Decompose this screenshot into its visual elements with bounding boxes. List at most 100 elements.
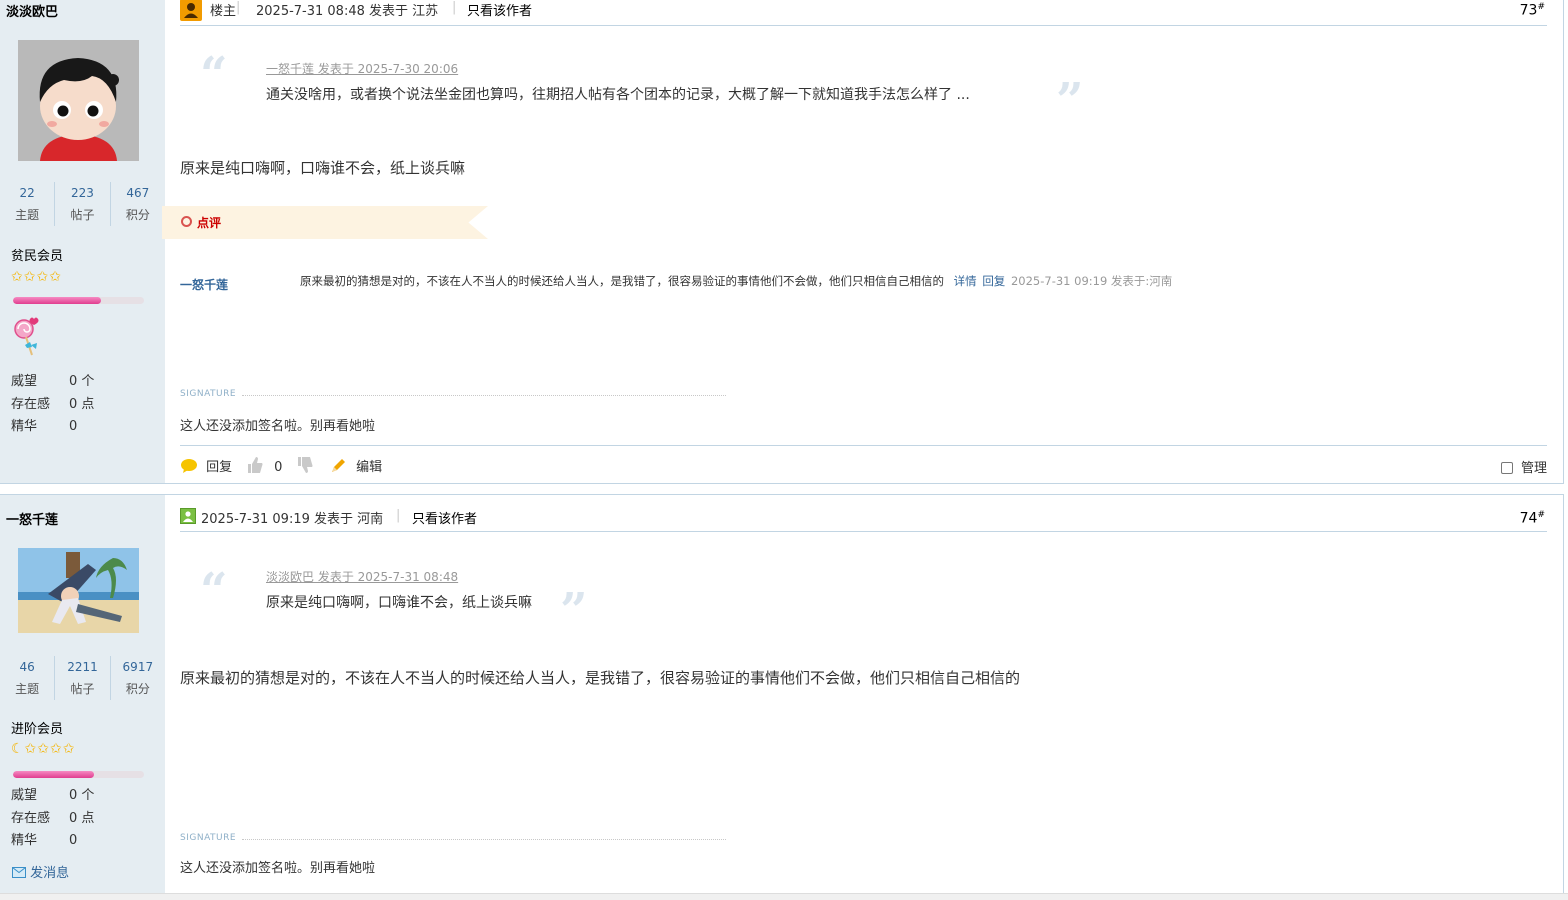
manage-label: 管理 <box>1520 461 1547 476</box>
rank-stars-icon: ✩✩✩✩ <box>11 269 62 285</box>
thread-starter-badge: 楼主 <box>210 4 237 19</box>
quote-source-link[interactable]: 一怒千莲 发表于 2025-7-30 20:06 <box>266 60 458 77</box>
info-value: 0 点 <box>69 396 95 412</box>
author-sidebar: 淡淡欧巴 22 主题 223 帖子 467 积分 贫民会员 ✩✩✩✩ 威望 0 … <box>0 0 165 483</box>
quote-close-icon: ” <box>1056 73 1084 129</box>
info-key: 威望 <box>11 374 38 389</box>
signature-text: 这人还没添加签名啦。别再看她啦 <box>180 419 376 434</box>
stat-points[interactable]: 6917 积分 <box>109 656 165 700</box>
post-content: 原来是纯口嗨啊，口嗨谁不会，纸上谈兵嘛 <box>180 159 466 177</box>
info-value: 0 个 <box>69 788 95 803</box>
author-info: 威望 0 个 存在感 0 点 精华 0 <box>11 371 94 439</box>
signature-label: SIGNATURE <box>180 389 241 399</box>
info-value: 0 点 <box>69 810 95 826</box>
rank-progress-bar <box>13 297 144 304</box>
edit-label: 编辑 <box>356 460 383 475</box>
stat-threads[interactable]: 46 主题 <box>0 656 54 700</box>
lollipop-medal-icon[interactable] <box>12 315 42 359</box>
stat-value: 467 <box>126 186 150 200</box>
floor-sup: # <box>1537 510 1545 520</box>
stat-label: 积分 <box>125 682 150 696</box>
reply-bubble-icon <box>181 459 197 473</box>
post-actions: 回复 0 编辑 管理 <box>180 445 1547 481</box>
quote-open-icon: “ <box>200 47 228 103</box>
edit-button[interactable]: 编辑 <box>330 456 382 475</box>
author-name[interactable]: 淡淡欧巴 <box>6 1 58 20</box>
post-main: 楼主 | 2025-7-31 08:48 发表于 江苏 | 只看该作者 73# … <box>162 0 1547 483</box>
info-value: 0 <box>69 419 78 434</box>
stat-label: 帖子 <box>70 208 95 222</box>
signature-dots <box>242 839 726 840</box>
signature-label: SIGNATURE <box>180 833 241 843</box>
stat-value: 2211 <box>67 660 98 674</box>
post-time: 2025-7-31 08:48 发表于 江苏 <box>256 4 439 19</box>
send-message-label: 发消息 <box>30 866 70 881</box>
author-name[interactable]: 一怒千莲 <box>6 509 58 528</box>
quote-close-icon: ” <box>560 583 588 639</box>
stat-threads[interactable]: 22 主题 <box>0 182 54 226</box>
signature-text: 这人还没添加签名啦。别再看她啦 <box>180 861 376 876</box>
rank-stars-icon: ☾✩✩✩✩ <box>11 741 76 757</box>
stat-label: 主题 <box>15 682 40 696</box>
floor-sup: # <box>1537 2 1545 12</box>
pencil-icon <box>332 459 345 472</box>
send-message-link[interactable]: 发消息 <box>12 862 69 881</box>
quote-text: 通关没啥用，或者换个说法坐金团也算吗，往期招人帖有各个团本的记录，大概了解一下就… <box>266 87 970 103</box>
comment-user-link[interactable]: 一怒千莲 <box>180 276 228 293</box>
thread-starter-icon <box>180 0 202 21</box>
manage-checkbox-box[interactable] <box>1500 462 1513 474</box>
like-button[interactable]: 0 <box>246 456 282 475</box>
stat-posts[interactable]: 223 帖子 <box>54 182 109 226</box>
manage-checkbox[interactable]: 管理 <box>1500 457 1547 476</box>
only-author-link[interactable]: 只看该作者 <box>467 0 532 19</box>
info-value: 0 <box>69 833 78 848</box>
rank-progress-bar <box>13 771 144 778</box>
floor-number[interactable]: 73# <box>1520 2 1545 19</box>
info-key: 存在感 <box>11 810 51 826</box>
comment-detail-link[interactable]: 详情 <box>954 274 977 288</box>
only-author-link[interactable]: 只看该作者 <box>412 508 477 527</box>
stat-label: 主题 <box>15 208 40 222</box>
dislike-button[interactable] <box>296 456 314 475</box>
stat-label: 帖子 <box>70 682 95 696</box>
reply-label: 回复 <box>206 460 233 475</box>
quote-open-icon: “ <box>200 563 228 619</box>
quote-source-link[interactable]: 淡淡欧巴 发表于 2025-7-31 08:48 <box>266 568 458 585</box>
author-stats: 22 主题 223 帖子 467 积分 <box>0 182 165 226</box>
info-key: 精华 <box>11 419 38 434</box>
floor-number[interactable]: 74# <box>1520 510 1545 527</box>
stat-points[interactable]: 467 积分 <box>109 182 165 226</box>
user-rank[interactable]: 进阶会员 <box>11 718 63 737</box>
comment-reply-link[interactable]: 回复 <box>982 274 1005 288</box>
online-status-icon <box>180 508 196 524</box>
horizontal-scrollbar[interactable] <box>0 893 1568 900</box>
separator: | <box>396 508 401 523</box>
like-count: 0 <box>274 460 283 475</box>
stat-value: 6917 <box>122 660 154 674</box>
reply-button[interactable]: 回复 <box>180 456 232 475</box>
avatar[interactable] <box>18 548 139 633</box>
post-74: 一怒千莲 46 主题 2211 帖子 6917 积分 进阶会员 ☾✩✩✩✩ 威望… <box>0 494 1564 894</box>
stat-value: 223 <box>71 186 94 200</box>
author-info: 威望 0 个 存在感 0 点 精华 0 <box>11 785 94 853</box>
comment-meta: 2025-7-31 09:19 发表于:河南 <box>1010 274 1173 288</box>
stat-posts[interactable]: 2211 帖子 <box>54 656 109 700</box>
post-header: 2025-7-31 09:19 发表于 河南 | 只看该作者 74# <box>180 505 1547 532</box>
signature-divider: SIGNATURE <box>180 833 726 845</box>
floor-value: 73 <box>1519 2 1538 19</box>
comment-row: 原来最初的猜想是对的，不该在人不当人的时候还给人当人，是我错了，很容易验证的事情… <box>300 273 1172 289</box>
envelope-icon <box>12 867 26 878</box>
thumbs-down-icon <box>298 457 313 473</box>
info-key: 精华 <box>11 833 38 848</box>
rank-progress-fill <box>13 771 95 778</box>
info-key: 存在感 <box>11 396 51 412</box>
quote-text: 原来是纯口嗨啊，口嗨谁不会，纸上谈兵嘛 <box>266 595 532 611</box>
avatar[interactable] <box>18 40 139 161</box>
user-rank[interactable]: 贫民会员 <box>11 245 63 264</box>
author-sidebar: 一怒千莲 46 主题 2211 帖子 6917 积分 进阶会员 ☾✩✩✩✩ 威望… <box>0 495 165 894</box>
comment-text: 原来最初的猜想是对的，不该在人不当人的时候还给人当人，是我错了，很容易验证的事情… <box>300 274 944 288</box>
separator: | <box>452 0 457 15</box>
post-content: 原来最初的猜想是对的，不该在人不当人的时候还给人当人，是我错了，很容易验证的事情… <box>180 669 1021 687</box>
stat-value: 22 <box>19 186 35 200</box>
rating-label: 点评 <box>197 216 222 230</box>
